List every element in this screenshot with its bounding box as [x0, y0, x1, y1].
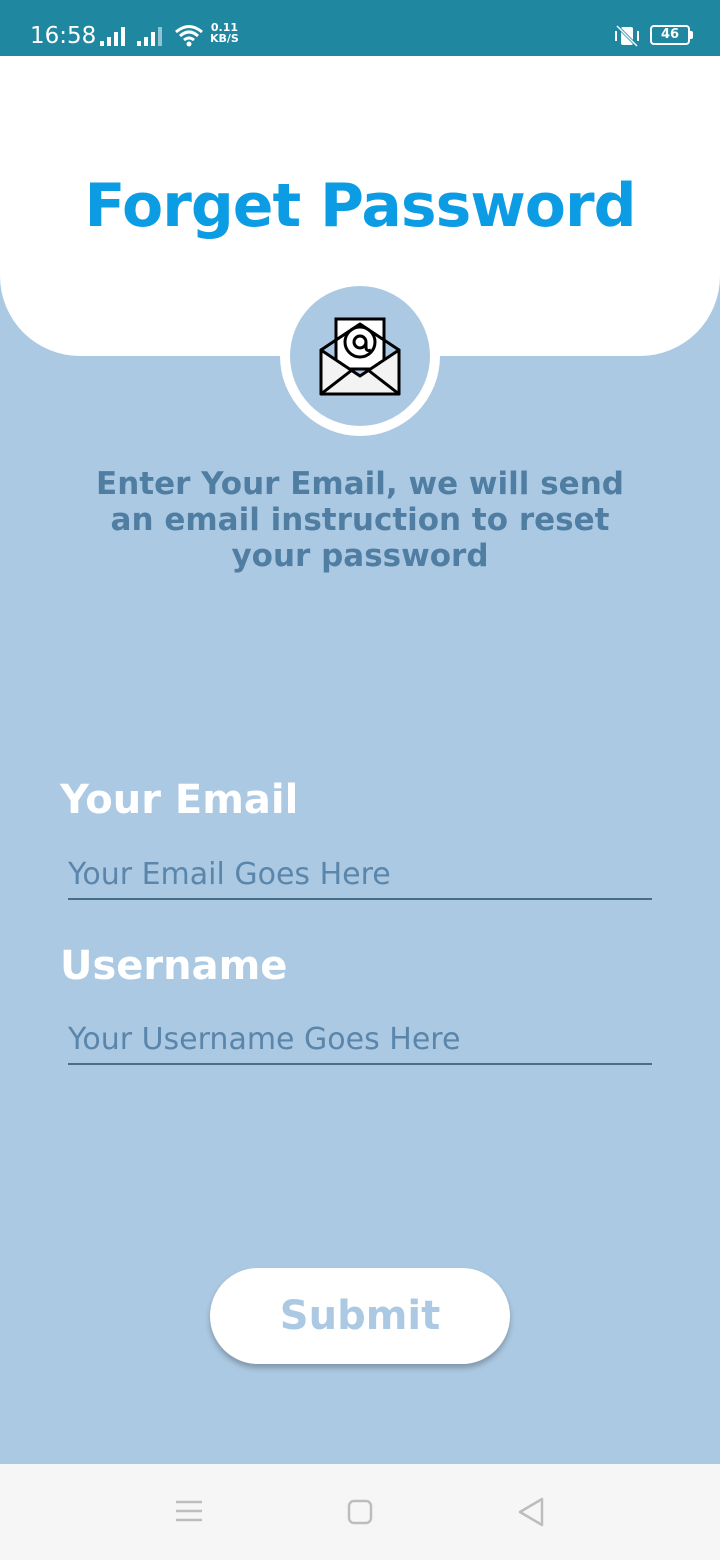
- username-label: Username: [60, 943, 288, 989]
- wifi-icon: [175, 25, 203, 47]
- net-speed: 0.11 KB/S: [210, 22, 239, 44]
- username-input[interactable]: [68, 1015, 652, 1065]
- signal-icon: [137, 27, 162, 46]
- submit-button[interactable]: Submit: [210, 1268, 510, 1364]
- email-envelope-icon: [319, 317, 401, 396]
- net-speed-unit: KB/S: [210, 32, 239, 45]
- instruction-text: Enter Your Email, we will send an email …: [96, 466, 624, 574]
- home-square-icon[interactable]: [347, 1499, 373, 1525]
- email-input[interactable]: [68, 850, 652, 900]
- email-label: Your Email: [60, 777, 299, 823]
- page-title: Forget Password: [84, 171, 636, 241]
- battery-tip: [690, 31, 693, 39]
- status-bar: 16:58 0.11 KB/S 46: [0, 0, 720, 56]
- vibrate-icon: [615, 24, 639, 48]
- menu-icon[interactable]: [175, 1499, 203, 1523]
- back-triangle-icon[interactable]: [517, 1497, 545, 1527]
- battery-icon: 46: [650, 25, 690, 45]
- signal-icon: [100, 27, 125, 46]
- status-time: 16:58: [30, 23, 97, 49]
